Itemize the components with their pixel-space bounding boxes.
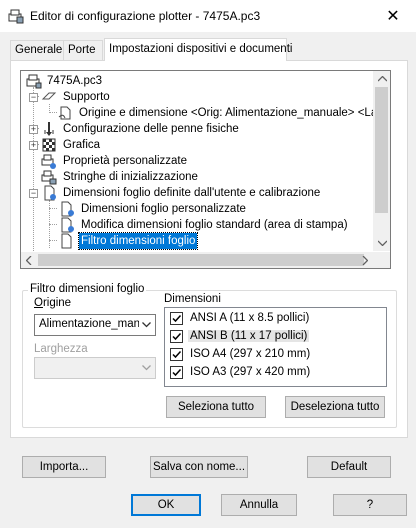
origin-label: Origine [34, 297, 72, 309]
horizontal-scroll-thumb[interactable] [38, 254, 364, 266]
tab-impostazioni[interactable]: Impostazioni dispositivi e documenti [104, 38, 292, 61]
modify-paper-icon [59, 217, 75, 233]
user-paper-icon [41, 185, 57, 201]
tree-root-label: 7475A.pc3 [47, 75, 102, 87]
dimension-label: ANSI A (11 x 8.5 pollici) [190, 312, 310, 324]
dimension-label: ISO A4 (297 x 210 mm) [190, 348, 311, 360]
expand-icon[interactable]: + [29, 125, 38, 134]
scroll-left-icon[interactable] [21, 252, 37, 268]
checkbox-checked-icon[interactable] [170, 366, 183, 379]
expand-icon[interactable]: + [29, 141, 38, 150]
tab-porte[interactable]: Porte [63, 40, 103, 60]
settings-tree[interactable]: 7475A.pc3 − Supporto Origine e dimension… [20, 70, 391, 269]
custom-properties-icon [41, 153, 57, 169]
scroll-up-icon[interactable] [374, 71, 390, 87]
help-button[interactable]: ? [333, 494, 407, 516]
tree-item-label: Configurazione delle penne fisiche [63, 123, 239, 135]
collapse-icon[interactable]: − [29, 93, 38, 102]
paper-supply-icon [41, 89, 57, 105]
import-button[interactable]: Importa... [22, 456, 106, 478]
scroll-down-icon[interactable] [374, 235, 390, 251]
width-label: Larghezza [34, 343, 88, 355]
paper-icon [57, 105, 73, 121]
origin-value: Alimentazione_manu [39, 318, 139, 330]
origin-combobox[interactable]: Alimentazione_manu [34, 314, 156, 336]
tree-item-label: Modifica dimensioni foglio standard (are… [81, 219, 348, 231]
tab-generale[interactable]: Generale [10, 40, 64, 60]
deselect-all-button[interactable]: Deseleziona tutto [285, 396, 385, 418]
plotter-icon [26, 73, 42, 89]
init-strings-icon [41, 169, 57, 185]
ok-button[interactable]: OK [131, 494, 201, 516]
tree-item-label: Grafica [63, 139, 101, 151]
select-all-button[interactable]: Seleziona tutto [166, 396, 266, 418]
tree-item-label: Supporto [63, 91, 110, 103]
close-button[interactable]: ✕ [370, 0, 416, 32]
chevron-down-icon [139, 361, 153, 375]
dimension-label: ISO A3 (297 x 420 mm) [190, 366, 311, 378]
scroll-right-icon[interactable] [357, 252, 373, 268]
dimension-label: ANSI B (11 x 17 pollici) [188, 330, 310, 342]
pen-icon [41, 121, 57, 137]
tree-item-label: Dimensioni foglio definite dall'utente e… [63, 187, 321, 199]
collapse-icon[interactable]: − [29, 189, 38, 198]
dimensions-label: Dimensioni [164, 293, 221, 305]
cancel-button[interactable]: Annulla [221, 494, 297, 516]
tree-item-label: Proprietà personalizzate [63, 155, 188, 167]
vertical-scroll-thumb[interactable] [375, 87, 388, 213]
tree-item-label: Stringhe di inizializzazione [63, 171, 198, 183]
dimensions-list[interactable]: ANSI A (11 x 8.5 pollici) ANSI B (11 x 1… [164, 307, 387, 387]
tree-item-label-selected: Filtro dimensioni foglio [77, 232, 199, 250]
width-combobox[interactable] [34, 357, 156, 379]
checkbox-checked-icon[interactable] [170, 348, 183, 361]
tree-item-label: Origine e dimensione <Orig: Alimentazion… [79, 107, 388, 119]
graphics-icon [41, 137, 57, 153]
scroll-corner [373, 252, 390, 268]
checkbox-checked-icon[interactable] [170, 312, 183, 325]
custom-paper-icon [59, 201, 75, 217]
plotter-config-icon [8, 8, 24, 24]
chevron-down-icon [139, 318, 153, 332]
filter-group-title: Filtro dimensioni foglio [28, 283, 147, 295]
checkbox-checked-icon[interactable] [170, 330, 183, 343]
paper-filter-icon [59, 233, 75, 249]
tree-item-label: Dimensioni foglio personalizzate [81, 203, 246, 215]
default-button[interactable]: Default [307, 456, 391, 478]
window-title: Editor di configurazione plotter - 7475A… [30, 9, 261, 23]
save-as-button[interactable]: Salva con nome... [150, 456, 248, 478]
